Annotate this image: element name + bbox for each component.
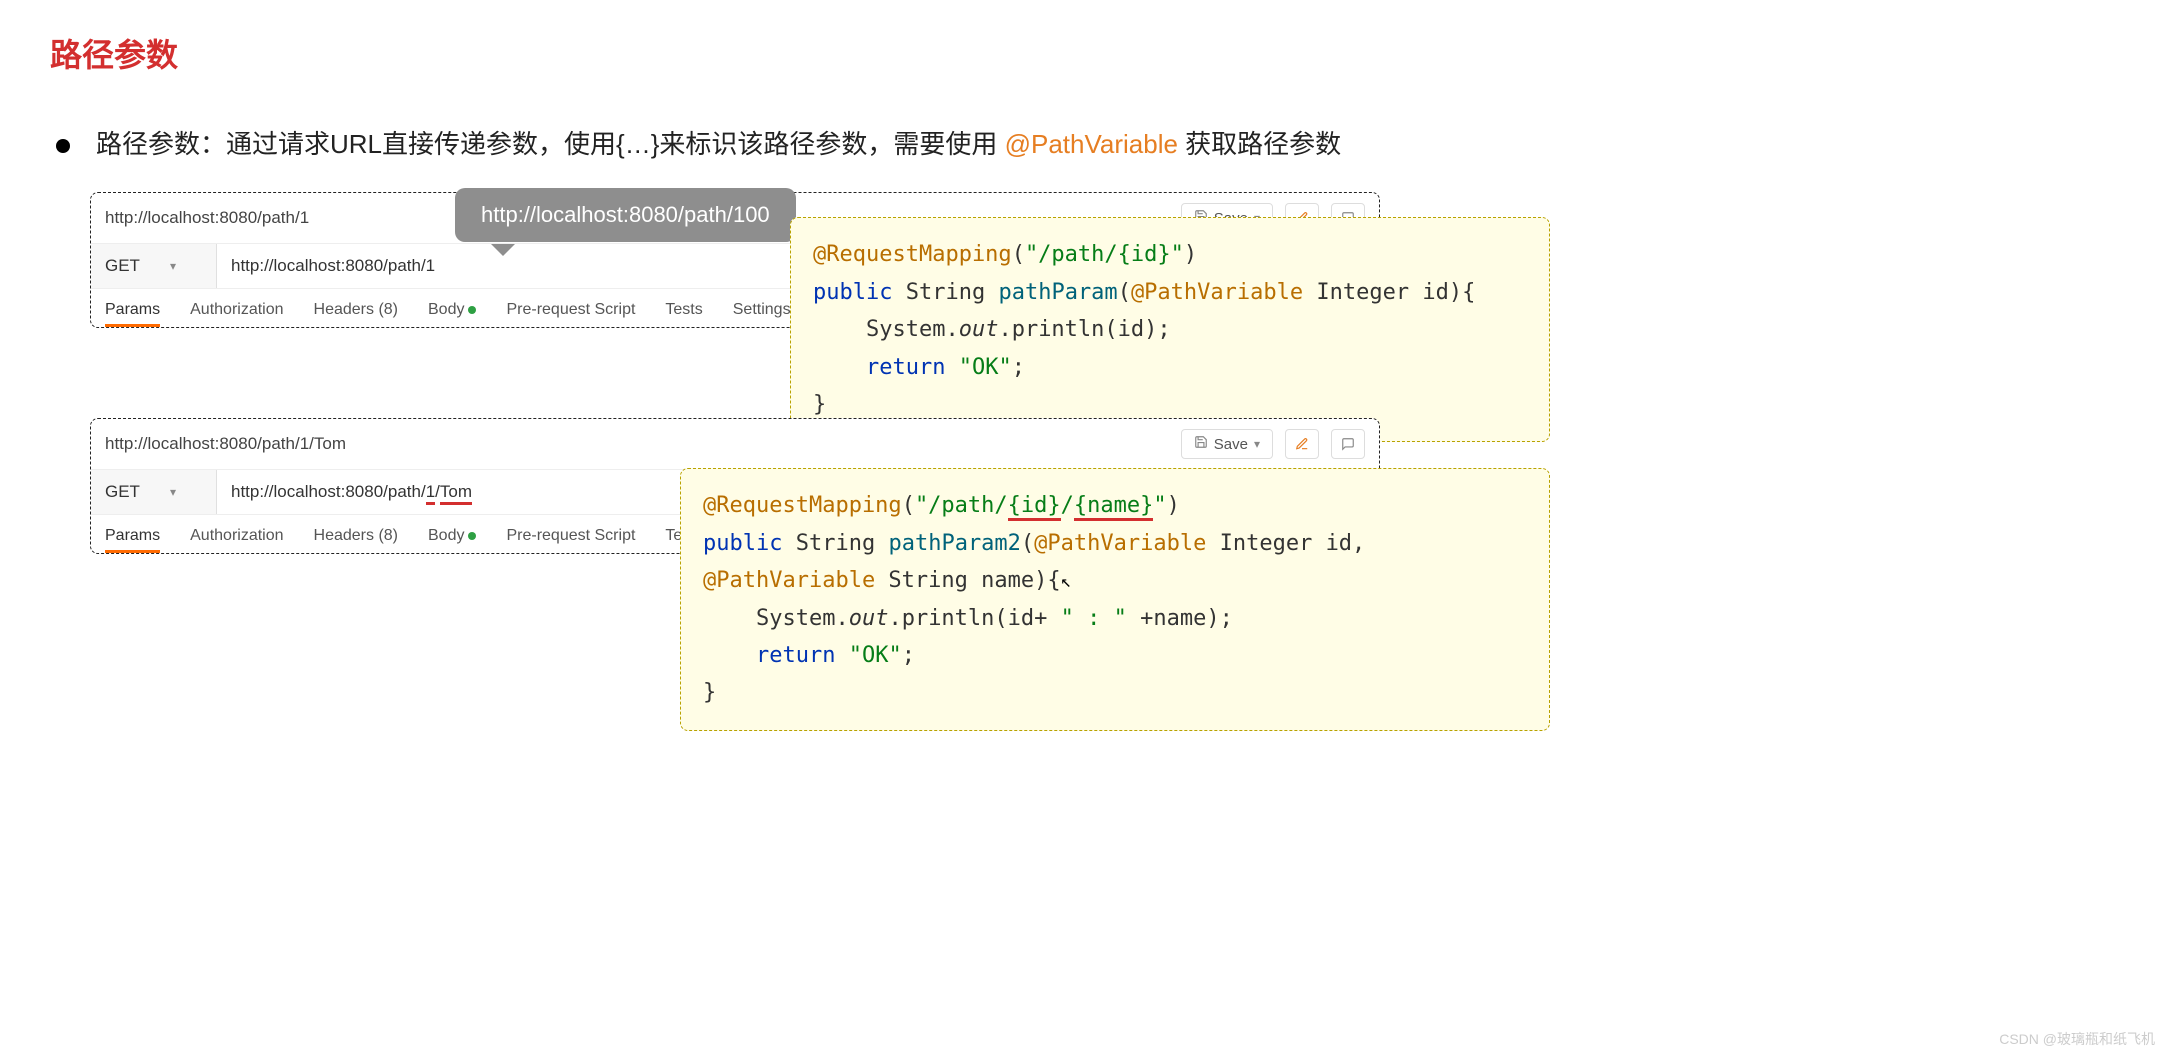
code-snippet-2: @RequestMapping("/path/{id}/{name}") pub…: [680, 468, 1550, 730]
bullet-dot-icon: [56, 139, 70, 153]
example-2: http://localhost:8080/path/1/Tom Save ▾: [90, 418, 2115, 554]
tab-authorization[interactable]: Authorization: [190, 527, 283, 545]
chevron-down-icon: ▾: [170, 259, 176, 273]
tab-body[interactable]: Body: [428, 301, 476, 319]
tab-prerequest[interactable]: Pre-request Script: [506, 527, 635, 545]
method-label: GET: [105, 482, 140, 502]
tab-tests[interactable]: Tests: [665, 301, 702, 319]
method-select[interactable]: GET ▾: [91, 244, 217, 288]
method-label: GET: [105, 256, 140, 276]
code-snippet-1: @RequestMapping("/path/{id}") public Str…: [790, 217, 1550, 442]
tab-body[interactable]: Body: [428, 527, 476, 545]
url-input[interactable]: http://localhost:8080/path/1: [217, 244, 449, 288]
bullet-point: 路径参数：通过请求URL直接传递参数，使用{…}来标识该路径参数，需要使用 @P…: [56, 126, 2115, 162]
edit-button[interactable]: [1285, 429, 1319, 459]
request-title: http://localhost:8080/path/1: [105, 208, 309, 228]
tab-headers[interactable]: Headers (8): [314, 527, 398, 545]
tab-params[interactable]: Params: [105, 527, 160, 545]
page-title: 路径参数: [50, 30, 2115, 76]
request-title: http://localhost:8080/path/1/Tom: [105, 434, 346, 454]
watermark: CSDN @玻璃瓶和纸飞机: [1999, 1029, 2155, 1049]
tab-params[interactable]: Params: [105, 301, 160, 319]
example-1: http://localhost:8080/path/1 Save ▾: [90, 192, 2115, 328]
save-label: Save: [1214, 436, 1248, 453]
body-indicator-icon: [468, 532, 476, 540]
url-input[interactable]: http://localhost:8080/path/1/Tom: [217, 470, 486, 514]
bullet-suffix: 获取路径参数: [1178, 129, 1341, 159]
save-button[interactable]: Save ▾: [1181, 429, 1273, 459]
save-icon: [1194, 435, 1208, 453]
bullet-prefix: 路径参数：通过请求URL直接传递参数，使用{…}来标识该路径参数，需要使用: [96, 129, 1005, 159]
body-indicator-icon: [468, 306, 476, 314]
bullet-annotation: @PathVariable: [1005, 129, 1178, 159]
method-select[interactable]: GET ▾: [91, 470, 217, 514]
tab-authorization[interactable]: Authorization: [190, 301, 283, 319]
tab-prerequest[interactable]: Pre-request Script: [506, 301, 635, 319]
chevron-down-icon: ▾: [170, 485, 176, 499]
tab-settings[interactable]: Settings: [733, 301, 791, 319]
tooltip: http://localhost:8080/path/100: [455, 188, 796, 242]
tab-headers[interactable]: Headers (8): [314, 301, 398, 319]
comment-button[interactable]: [1331, 429, 1365, 459]
cursor-icon: ↖: [1061, 571, 1072, 592]
chevron-down-icon: ▾: [1254, 437, 1260, 451]
